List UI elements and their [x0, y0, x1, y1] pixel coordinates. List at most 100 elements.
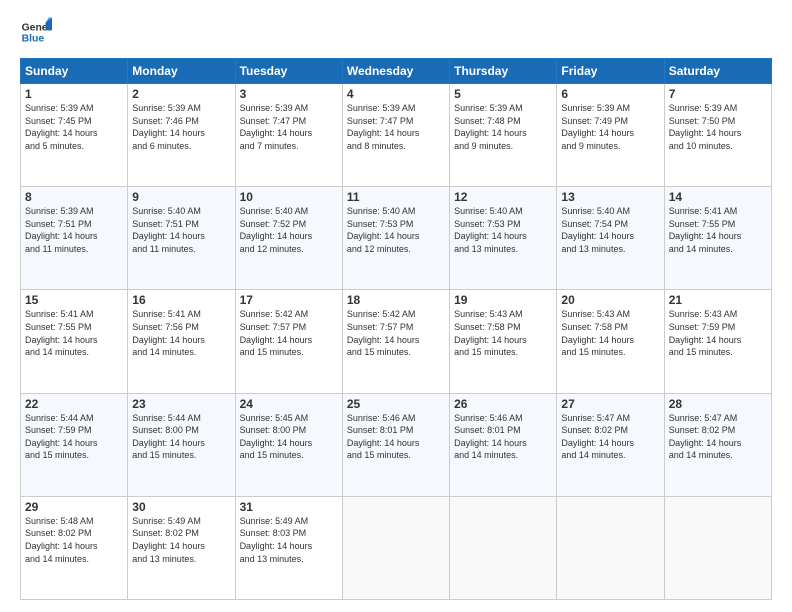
day-info: Sunrise: 5:48 AMSunset: 8:02 PMDaylight:… [25, 515, 123, 565]
day-number: 13 [561, 190, 659, 204]
calendar-cell: 10Sunrise: 5:40 AMSunset: 7:52 PMDayligh… [235, 187, 342, 290]
calendar-cell: 2Sunrise: 5:39 AMSunset: 7:46 PMDaylight… [128, 84, 235, 187]
calendar-cell [664, 496, 771, 599]
day-info: Sunrise: 5:39 AMSunset: 7:48 PMDaylight:… [454, 102, 552, 152]
day-number: 25 [347, 397, 445, 411]
day-number: 26 [454, 397, 552, 411]
day-info: Sunrise: 5:40 AMSunset: 7:51 PMDaylight:… [132, 205, 230, 255]
calendar-body: 1Sunrise: 5:39 AMSunset: 7:45 PMDaylight… [21, 84, 772, 600]
day-number: 5 [454, 87, 552, 101]
day-number: 2 [132, 87, 230, 101]
day-info: Sunrise: 5:39 AMSunset: 7:49 PMDaylight:… [561, 102, 659, 152]
day-info: Sunrise: 5:39 AMSunset: 7:47 PMDaylight:… [347, 102, 445, 152]
calendar-cell: 12Sunrise: 5:40 AMSunset: 7:53 PMDayligh… [450, 187, 557, 290]
calendar-week-2: 8Sunrise: 5:39 AMSunset: 7:51 PMDaylight… [21, 187, 772, 290]
calendar-cell: 5Sunrise: 5:39 AMSunset: 7:48 PMDaylight… [450, 84, 557, 187]
day-number: 31 [240, 500, 338, 514]
day-number: 11 [347, 190, 445, 204]
calendar-cell: 17Sunrise: 5:42 AMSunset: 7:57 PMDayligh… [235, 290, 342, 393]
calendar-cell: 9Sunrise: 5:40 AMSunset: 7:51 PMDaylight… [128, 187, 235, 290]
calendar-cell: 28Sunrise: 5:47 AMSunset: 8:02 PMDayligh… [664, 393, 771, 496]
calendar-week-5: 29Sunrise: 5:48 AMSunset: 8:02 PMDayligh… [21, 496, 772, 599]
day-number: 17 [240, 293, 338, 307]
day-number: 3 [240, 87, 338, 101]
calendar-cell: 20Sunrise: 5:43 AMSunset: 7:58 PMDayligh… [557, 290, 664, 393]
day-number: 28 [669, 397, 767, 411]
day-info: Sunrise: 5:43 AMSunset: 7:59 PMDaylight:… [669, 308, 767, 358]
day-number: 24 [240, 397, 338, 411]
calendar-cell [450, 496, 557, 599]
calendar-cell: 18Sunrise: 5:42 AMSunset: 7:57 PMDayligh… [342, 290, 449, 393]
day-info: Sunrise: 5:46 AMSunset: 8:01 PMDaylight:… [454, 412, 552, 462]
calendar-week-4: 22Sunrise: 5:44 AMSunset: 7:59 PMDayligh… [21, 393, 772, 496]
calendar-cell: 22Sunrise: 5:44 AMSunset: 7:59 PMDayligh… [21, 393, 128, 496]
day-number: 21 [669, 293, 767, 307]
calendar-cell: 26Sunrise: 5:46 AMSunset: 8:01 PMDayligh… [450, 393, 557, 496]
calendar-header-tuesday: Tuesday [235, 59, 342, 84]
day-info: Sunrise: 5:47 AMSunset: 8:02 PMDaylight:… [561, 412, 659, 462]
day-info: Sunrise: 5:39 AMSunset: 7:45 PMDaylight:… [25, 102, 123, 152]
day-number: 29 [25, 500, 123, 514]
calendar-cell: 4Sunrise: 5:39 AMSunset: 7:47 PMDaylight… [342, 84, 449, 187]
day-number: 27 [561, 397, 659, 411]
logo: General Blue [20, 16, 52, 48]
calendar-header-wednesday: Wednesday [342, 59, 449, 84]
calendar-cell: 14Sunrise: 5:41 AMSunset: 7:55 PMDayligh… [664, 187, 771, 290]
day-number: 19 [454, 293, 552, 307]
day-number: 23 [132, 397, 230, 411]
calendar-cell: 24Sunrise: 5:45 AMSunset: 8:00 PMDayligh… [235, 393, 342, 496]
day-info: Sunrise: 5:40 AMSunset: 7:52 PMDaylight:… [240, 205, 338, 255]
day-number: 16 [132, 293, 230, 307]
calendar-cell: 3Sunrise: 5:39 AMSunset: 7:47 PMDaylight… [235, 84, 342, 187]
calendar-week-1: 1Sunrise: 5:39 AMSunset: 7:45 PMDaylight… [21, 84, 772, 187]
day-number: 6 [561, 87, 659, 101]
day-info: Sunrise: 5:42 AMSunset: 7:57 PMDaylight:… [347, 308, 445, 358]
day-info: Sunrise: 5:40 AMSunset: 7:53 PMDaylight:… [347, 205, 445, 255]
calendar-cell: 15Sunrise: 5:41 AMSunset: 7:55 PMDayligh… [21, 290, 128, 393]
day-info: Sunrise: 5:49 AMSunset: 8:03 PMDaylight:… [240, 515, 338, 565]
calendar-cell [557, 496, 664, 599]
calendar-header-friday: Friday [557, 59, 664, 84]
day-number: 10 [240, 190, 338, 204]
day-info: Sunrise: 5:41 AMSunset: 7:56 PMDaylight:… [132, 308, 230, 358]
day-number: 7 [669, 87, 767, 101]
calendar-cell: 19Sunrise: 5:43 AMSunset: 7:58 PMDayligh… [450, 290, 557, 393]
day-info: Sunrise: 5:39 AMSunset: 7:46 PMDaylight:… [132, 102, 230, 152]
day-number: 30 [132, 500, 230, 514]
day-info: Sunrise: 5:45 AMSunset: 8:00 PMDaylight:… [240, 412, 338, 462]
day-info: Sunrise: 5:44 AMSunset: 7:59 PMDaylight:… [25, 412, 123, 462]
calendar-header-row: SundayMondayTuesdayWednesdayThursdayFrid… [21, 59, 772, 84]
calendar-cell: 16Sunrise: 5:41 AMSunset: 7:56 PMDayligh… [128, 290, 235, 393]
day-number: 8 [25, 190, 123, 204]
calendar-cell: 25Sunrise: 5:46 AMSunset: 8:01 PMDayligh… [342, 393, 449, 496]
day-info: Sunrise: 5:49 AMSunset: 8:02 PMDaylight:… [132, 515, 230, 565]
calendar-cell: 7Sunrise: 5:39 AMSunset: 7:50 PMDaylight… [664, 84, 771, 187]
day-number: 22 [25, 397, 123, 411]
day-number: 9 [132, 190, 230, 204]
calendar-week-3: 15Sunrise: 5:41 AMSunset: 7:55 PMDayligh… [21, 290, 772, 393]
calendar-table: SundayMondayTuesdayWednesdayThursdayFrid… [20, 58, 772, 600]
calendar-header-saturday: Saturday [664, 59, 771, 84]
day-info: Sunrise: 5:47 AMSunset: 8:02 PMDaylight:… [669, 412, 767, 462]
calendar-cell: 27Sunrise: 5:47 AMSunset: 8:02 PMDayligh… [557, 393, 664, 496]
calendar-cell: 11Sunrise: 5:40 AMSunset: 7:53 PMDayligh… [342, 187, 449, 290]
calendar-cell: 6Sunrise: 5:39 AMSunset: 7:49 PMDaylight… [557, 84, 664, 187]
calendar-header-monday: Monday [128, 59, 235, 84]
day-number: 18 [347, 293, 445, 307]
day-info: Sunrise: 5:39 AMSunset: 7:50 PMDaylight:… [669, 102, 767, 152]
day-number: 20 [561, 293, 659, 307]
header: General Blue [20, 16, 772, 48]
day-number: 1 [25, 87, 123, 101]
day-info: Sunrise: 5:43 AMSunset: 7:58 PMDaylight:… [561, 308, 659, 358]
calendar-header-sunday: Sunday [21, 59, 128, 84]
calendar-cell: 30Sunrise: 5:49 AMSunset: 8:02 PMDayligh… [128, 496, 235, 599]
day-number: 4 [347, 87, 445, 101]
calendar-cell: 29Sunrise: 5:48 AMSunset: 8:02 PMDayligh… [21, 496, 128, 599]
day-number: 12 [454, 190, 552, 204]
generalblue-logo-icon: General Blue [20, 16, 52, 48]
day-info: Sunrise: 5:40 AMSunset: 7:53 PMDaylight:… [454, 205, 552, 255]
day-info: Sunrise: 5:43 AMSunset: 7:58 PMDaylight:… [454, 308, 552, 358]
day-number: 14 [669, 190, 767, 204]
day-info: Sunrise: 5:40 AMSunset: 7:54 PMDaylight:… [561, 205, 659, 255]
svg-text:Blue: Blue [22, 34, 45, 45]
